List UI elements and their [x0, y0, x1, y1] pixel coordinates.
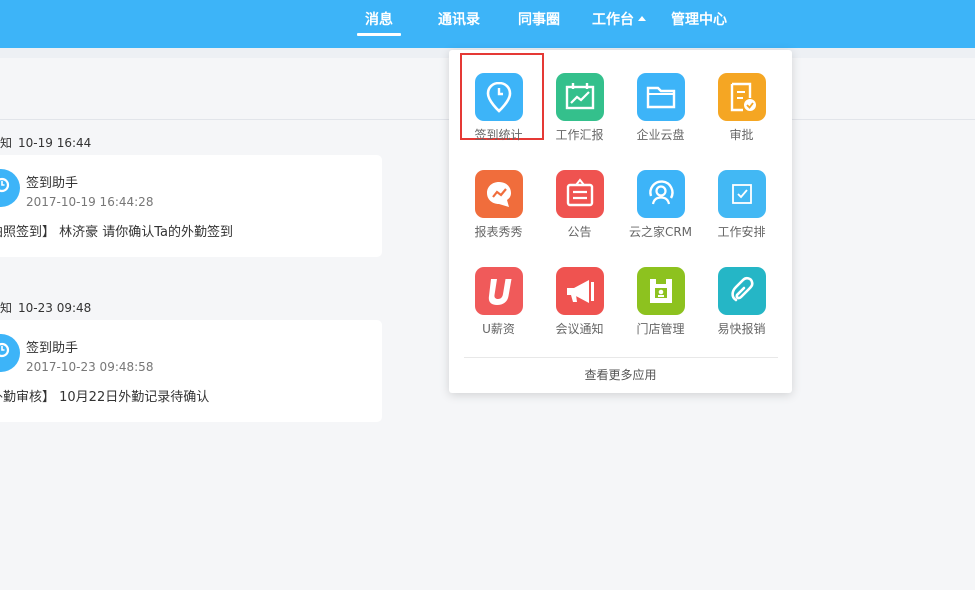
avatar	[0, 169, 20, 207]
app-label: 工作汇报	[555, 128, 604, 142]
store-icon	[637, 267, 685, 315]
report-chart-icon	[556, 73, 604, 121]
app-meeting-notice[interactable]: 会议通知	[539, 244, 620, 336]
app-label: 报表秀秀	[474, 225, 523, 239]
app-label: 公告	[567, 225, 592, 239]
message-group-date: 10-19 16:44	[18, 136, 92, 150]
location-clock-icon	[475, 73, 523, 121]
view-more-apps-link[interactable]: 查看更多应用	[449, 366, 792, 383]
nav-tab-contacts[interactable]: 通讯录	[438, 11, 480, 33]
top-navigation-bar: 消息 通讯录 同事圈 工作台 管理中心	[0, 0, 975, 48]
app-label: 工作安排	[717, 225, 766, 239]
workbench-dropdown: 签到统计 工作汇报 企业云盘 审批 报表秀秀 公告 云之家CRM 工作安排 U薪…	[449, 50, 792, 393]
app-approval[interactable]: 审批	[701, 50, 782, 142]
app-label: 门店管理	[636, 322, 685, 336]
app-u-salary[interactable]: U薪资	[458, 244, 539, 336]
task-check-icon	[718, 170, 766, 218]
megaphone-icon	[556, 267, 604, 315]
nav-tab-label: 管理中心	[671, 12, 727, 28]
location-pin-icon	[0, 177, 10, 193]
message-timestamp: 2017-10-23 09:48:58	[26, 360, 154, 374]
app-label: U薪资	[482, 322, 515, 336]
app-label: 企业云盘	[636, 128, 685, 142]
message-text: 外勤审核】 10月22日外勤记录待确认	[0, 390, 210, 405]
nav-tab-label: 消息	[365, 12, 393, 28]
message-group-header: 知 10-19 16:44	[0, 134, 91, 151]
nav-tab-colleague-circle[interactable]: 同事圈	[518, 11, 560, 33]
app-label: 易快报销	[717, 322, 766, 336]
app-work-schedule[interactable]: 工作安排	[701, 147, 782, 239]
location-pin-icon	[0, 342, 10, 358]
app-label: 会议通知	[555, 322, 604, 336]
app-label: 审批	[729, 128, 754, 142]
app-report-show[interactable]: 报表秀秀	[458, 147, 539, 239]
u-salary-icon	[475, 267, 523, 315]
app-crm[interactable]: 云之家CRM	[620, 147, 701, 239]
avatar	[0, 334, 20, 372]
app-label: 云之家CRM	[628, 225, 693, 239]
message-sender: 签到助手	[26, 176, 79, 191]
paperclip-icon	[718, 267, 766, 315]
message-group-label: 知	[0, 301, 13, 315]
message-text: 拍照签到】 林济豪 请你确认Ta的外勤签到	[0, 225, 234, 240]
approval-doc-icon	[718, 73, 766, 121]
app-label: 签到统计	[474, 128, 523, 142]
caret-up-icon	[638, 15, 646, 21]
nav-tab-workbench[interactable]: 工作台	[592, 11, 646, 33]
app-easy-reimbursement[interactable]: 易快报销	[701, 244, 782, 336]
nav-tab-label: 工作台	[592, 12, 634, 28]
message-card[interactable]: 签到助手 2017-10-19 16:44:28 拍照签到】 林济豪 请你确认T…	[0, 155, 382, 257]
message-group-header: 知 10-23 09:48	[0, 299, 91, 316]
app-work-report[interactable]: 工作汇报	[539, 50, 620, 142]
announcement-icon	[556, 170, 604, 218]
chat-chart-icon	[475, 170, 523, 218]
panel-divider	[464, 357, 778, 358]
app-announcement[interactable]: 公告	[539, 147, 620, 239]
message-sender: 签到助手	[26, 341, 79, 356]
crm-person-icon	[637, 170, 685, 218]
nav-tab-messages[interactable]: 消息	[357, 11, 401, 36]
nav-tab-label: 通讯录	[438, 12, 480, 28]
message-group-date: 10-23 09:48	[18, 301, 92, 315]
message-timestamp: 2017-10-19 16:44:28	[26, 195, 154, 209]
folder-icon	[637, 73, 685, 121]
nav-tab-admin-center[interactable]: 管理中心	[671, 11, 727, 33]
nav-tab-label: 同事圈	[518, 12, 560, 28]
app-store-management[interactable]: 门店管理	[620, 244, 701, 336]
app-cloud-drive[interactable]: 企业云盘	[620, 50, 701, 142]
message-card[interactable]: 签到助手 2017-10-23 09:48:58 外勤审核】 10月22日外勤记…	[0, 320, 382, 422]
message-group-label: 知	[0, 136, 13, 150]
app-attendance-stats[interactable]: 签到统计	[458, 50, 539, 142]
